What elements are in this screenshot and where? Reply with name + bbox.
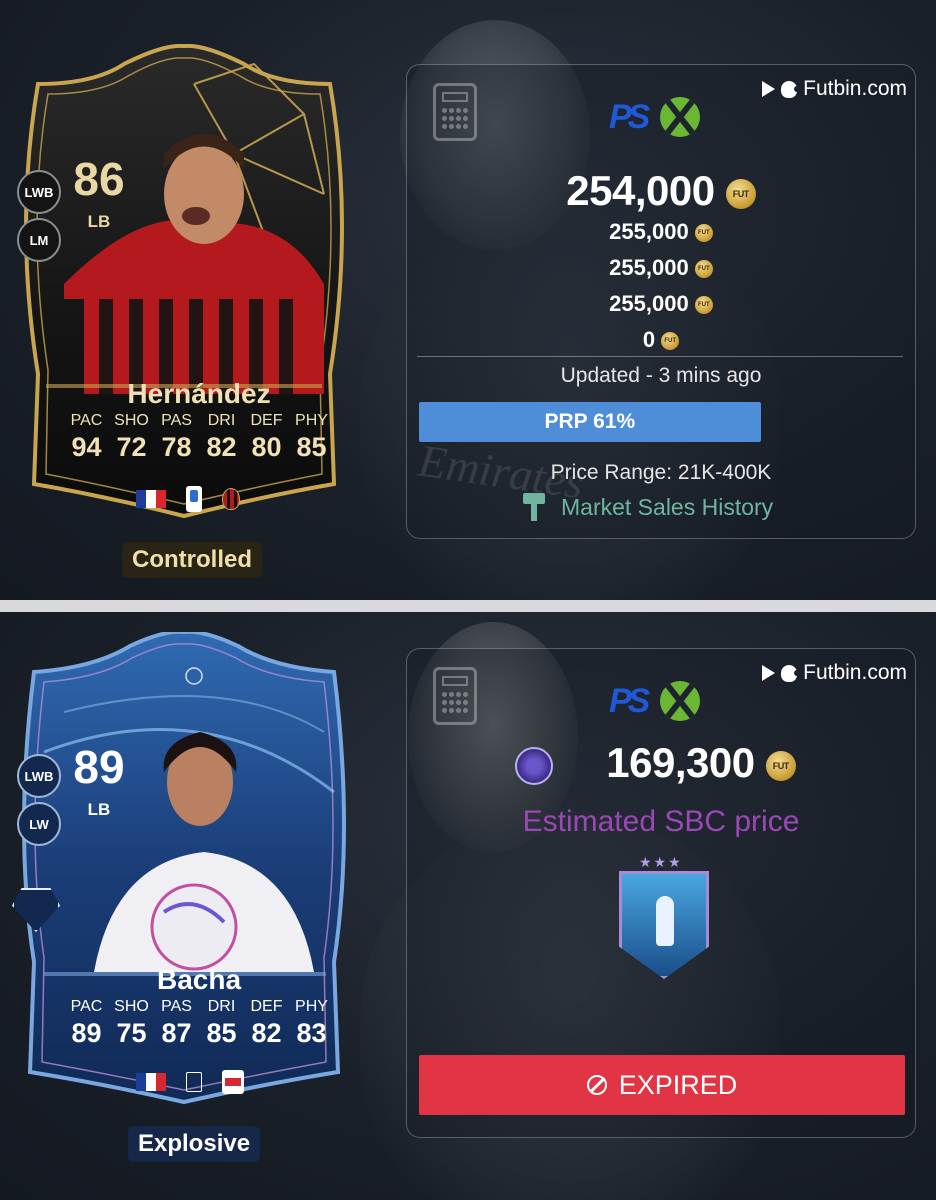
stat-label-pac: PAC: [70, 998, 103, 1015]
stat-value-pas: 78: [161, 432, 192, 462]
expired-button[interactable]: EXPIRED: [419, 1055, 905, 1115]
card-rating: 86: [73, 153, 125, 205]
stat-value-def: 80: [251, 432, 282, 462]
stat-values: 89 75 87 85 82 83: [64, 1018, 334, 1049]
france-flag-icon: [136, 490, 166, 508]
market-sales-history-link[interactable]: Market Sales History: [523, 493, 773, 521]
france-flag-icon: [136, 1073, 166, 1091]
stat-value-sho: 72: [116, 432, 147, 462]
player-name: Bacha: [156, 964, 242, 995]
stat-label-pac: PAC: [70, 412, 103, 429]
source-text: Futbin.com: [803, 661, 907, 684]
source-text: Futbin.com: [803, 77, 907, 100]
league-logo-icon: [186, 486, 202, 512]
coin-icon: FUT: [694, 224, 713, 243]
playstation-icon[interactable]: PS: [609, 98, 650, 137]
coin-icon: FUT: [725, 178, 756, 209]
listing-panel-hernandez: Emirates 86 LB LWB LM Hernández PAC SHO …: [0, 0, 936, 600]
stat-label-pas: PAS: [161, 412, 192, 429]
play-store-icon: [762, 665, 776, 681]
player-name: Hernández: [127, 378, 271, 409]
apple-icon: [781, 664, 801, 682]
stat-label-sho: SHO: [114, 412, 149, 429]
auction-hammer-icon: [523, 493, 545, 521]
stat-label-dri: DRI: [207, 412, 236, 429]
coin-icon: FUT: [694, 296, 713, 315]
stat-label-phy: PHY: [295, 412, 328, 429]
stat-label-sho: SHO: [114, 998, 149, 1015]
source-label[interactable]: Futbin.com: [762, 661, 907, 685]
coin-icon: FUT: [694, 260, 713, 279]
club-crest-icon: [222, 1070, 244, 1094]
card-position: LB: [87, 800, 111, 819]
updated-text: Updated - 3 mins ago: [560, 364, 762, 387]
main-price: 169,300 FUT: [447, 739, 936, 787]
stat-value-pac: 94: [71, 432, 102, 462]
xbox-icon[interactable]: [660, 681, 701, 721]
listing-panel-bacha: 89 LB LWB LW Bacha PAC SHO PAS DRI DEF P…: [0, 612, 936, 1200]
platform-icons: PS: [609, 681, 701, 721]
stat-label-phy: PHY: [295, 998, 328, 1015]
player-card-bacha[interactable]: 89 LB LWB LW Bacha PAC SHO PAS DRI DEF P…: [4, 632, 346, 1122]
prp-bar: PRP 61%: [419, 402, 761, 442]
stat-value-pac: 89: [71, 1018, 102, 1048]
card-rating: 89: [73, 741, 125, 793]
history-link-text: Market Sales History: [561, 493, 774, 520]
playstation-icon[interactable]: PS: [609, 682, 650, 721]
sbc-price-label: Estimated SBC price: [522, 805, 800, 838]
card-badges: [136, 486, 240, 512]
ban-icon: [586, 1075, 607, 1095]
stat-values: 94 72 78 82 80 85: [64, 432, 334, 463]
stat-label-def: DEF: [250, 412, 283, 429]
stat-value-dri: 82: [206, 432, 237, 462]
sbc-stars-icon: ★★★: [639, 855, 683, 871]
stat-value-phy: 83: [296, 1018, 327, 1048]
club-crest-icon: [222, 488, 240, 510]
alt-position-2: LW: [17, 802, 61, 846]
calculator-icon[interactable]: [433, 83, 477, 141]
price-range: Price Range: 21K-400K: [550, 461, 772, 484]
alt-price-2: 255,000 FUT: [407, 255, 915, 281]
alt-price-4: 0 FUT: [407, 327, 915, 353]
platform-icons: PS: [609, 97, 701, 137]
main-price: 254,000 FUT: [407, 167, 915, 215]
card-badges: [136, 1070, 244, 1094]
stat-value-dri: 85: [206, 1018, 237, 1048]
player-silhouette-icon: [656, 896, 674, 946]
divider: [417, 356, 903, 357]
stat-value-pas: 87: [161, 1018, 192, 1048]
source-label[interactable]: Futbin.com: [762, 77, 907, 101]
stat-label-def: DEF: [250, 998, 283, 1015]
price-box-bacha: Futbin.com PS 169,300 FUT Estimated SBC …: [406, 648, 916, 1138]
coin-icon: FUT: [765, 750, 796, 781]
panel-divider: [0, 600, 936, 612]
price-box-hernandez: Futbin.com PS 254,000 FUT 255,000 FUT 25…: [406, 64, 916, 539]
alt-position-1: LWB: [17, 754, 61, 798]
league-logo-icon: [186, 1072, 202, 1092]
sbc-shield-icon: [619, 871, 709, 979]
playstyle-badge: Explosive: [128, 1126, 261, 1162]
coin-icon: FUT: [661, 332, 680, 351]
stat-labels: PAC SHO PAS DRI DEF PHY: [64, 998, 334, 1016]
apple-icon: [781, 80, 801, 98]
alt-position-1: LWB: [17, 170, 61, 214]
xbox-icon[interactable]: [660, 97, 701, 137]
stat-labels: PAC SHO PAS DRI DEF PHY: [64, 412, 334, 430]
card-position: LB: [87, 212, 111, 231]
play-store-icon: [762, 81, 776, 97]
stat-label-dri: DRI: [207, 998, 236, 1015]
player-card-hernandez[interactable]: 86 LB LWB LM Hernández PAC SHO PAS DRI D…: [4, 44, 344, 534]
alt-price-1: 255,000 FUT: [407, 219, 915, 245]
expired-label: EXPIRED: [618, 1069, 738, 1100]
stat-value-phy: 85: [296, 432, 327, 462]
playstyle-badge: Controlled: [122, 542, 262, 578]
alt-position-2: LM: [17, 218, 61, 262]
stat-value-sho: 75: [116, 1018, 147, 1048]
alt-price-3: 255,000 FUT: [407, 291, 915, 317]
stat-label-pas: PAS: [161, 998, 192, 1015]
stat-value-def: 82: [251, 1018, 282, 1048]
calculator-icon[interactable]: [433, 667, 477, 725]
